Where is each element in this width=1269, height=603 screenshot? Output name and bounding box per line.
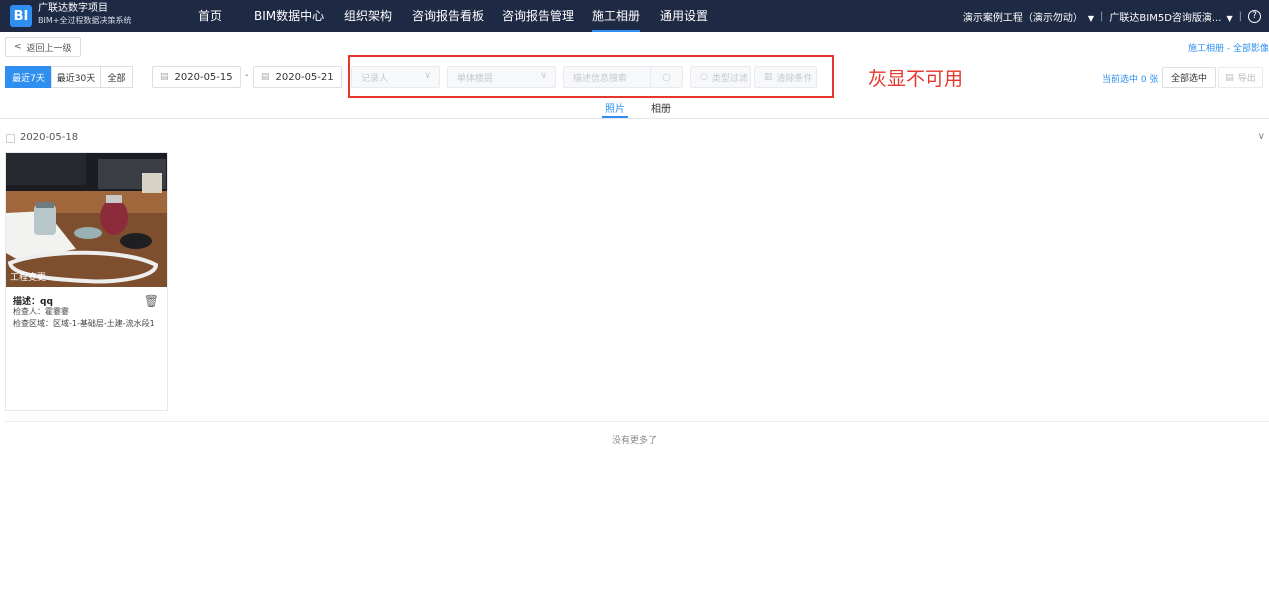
range-segment: 最近7天 最近30天 全部	[5, 66, 133, 88]
end-date-value: 2020-05-21	[275, 71, 334, 83]
range-30days-button[interactable]: 最近30天	[51, 66, 101, 88]
photo-card[interactable]: 工程变更 描述：qq 🗑 检查人：霍霎霎 检查区域：区域-1-基础层-土建-流水…	[5, 152, 168, 411]
group-checkbox[interactable]	[6, 134, 15, 143]
divider: |	[1238, 10, 1242, 22]
breadcrumb: 施工相册 - 全部影像	[1188, 44, 1269, 54]
desc-label: 描述：	[13, 297, 41, 307]
export-label: 导出	[1237, 74, 1256, 84]
tab-albums[interactable]: 相册	[651, 100, 671, 115]
org-name: 广联达BIM5D咨询版演...	[1109, 12, 1222, 24]
desc-value: qq	[40, 297, 53, 307]
photo-image	[6, 153, 167, 287]
nav-item-settings[interactable]: 通用设置	[660, 0, 720, 32]
annotation-box	[348, 55, 834, 98]
top-navbar: BI 广联达数字项目 BIM+全过程数据决策系统 首页 BIM数据中心 组织架构…	[0, 0, 1269, 32]
nav-item-report-manage[interactable]: 咨询报告管理	[502, 0, 592, 32]
photo-area: 检查区域：区域-1-基础层-土建-流水段1	[13, 319, 155, 328]
brand-subtitle: BIM+全过程数据决策系统	[38, 16, 132, 25]
nav-item-bim-data[interactable]: BIM数据中心	[254, 0, 344, 32]
end-date-input[interactable]: ▤ 2020-05-21	[253, 66, 342, 88]
nav-item-report-board[interactable]: 咨询报告看板	[412, 0, 502, 32]
group-date: 2020-05-18	[20, 132, 79, 143]
date-separator: -	[245, 70, 249, 81]
nav-item-album[interactable]: 施工相册	[592, 0, 640, 32]
start-date-input[interactable]: ▤ 2020-05-15	[152, 66, 241, 88]
project-select[interactable]: 演示案例工程（演示勿动） ▼	[963, 9, 1094, 24]
range-7days-button[interactable]: 最近7天	[5, 66, 52, 88]
help-icon[interactable]: ?	[1248, 9, 1261, 23]
trash-icon[interactable]: 🗑	[144, 294, 159, 308]
start-date-value: 2020-05-15	[174, 71, 233, 83]
divider	[5, 421, 1269, 422]
brand: 广联达数字项目 BIM+全过程数据决策系统	[38, 3, 131, 27]
selected-count: 当前选中 0 张	[1102, 75, 1159, 85]
main-nav: 首页 BIM数据中心 组织架构 咨询报告看板 咨询报告管理 施工相册 通用设置	[190, 0, 720, 32]
nav-item-home[interactable]: 首页	[198, 0, 254, 32]
chevron-down-icon: ▼	[1087, 13, 1095, 23]
org-select[interactable]: 广联达BIM5D咨询版演... ▼	[1109, 9, 1232, 24]
no-more-text: 没有更多了	[611, 436, 657, 446]
project-name: 演示案例工程（演示勿动）	[962, 12, 1083, 24]
back-button[interactable]: < 返回上一级	[5, 37, 81, 57]
back-label: 返回上一级	[26, 43, 72, 54]
calendar-icon: ▤	[160, 72, 169, 82]
calendar-icon: ▤	[261, 72, 270, 82]
divider: |	[1100, 10, 1104, 22]
top-right-area: 演示案例工程（演示勿动） ▼ | 广联达BIM5D咨询版演... ▼ | ?	[963, 0, 1261, 32]
nav-item-organization[interactable]: 组织架构	[344, 0, 412, 32]
photo-inspector: 检查人：霍霎霎	[13, 307, 69, 316]
chevron-left-icon: <	[14, 42, 22, 52]
photo-thumbnail[interactable]: 工程变更	[6, 153, 167, 287]
photo-type-tag: 工程变更	[10, 273, 47, 283]
tab-photos[interactable]: 照片	[602, 100, 628, 118]
range-all-button[interactable]: 全部	[100, 66, 133, 88]
export-button: ▤ 导出	[1218, 67, 1263, 88]
view-tabs: 照片 相册	[0, 93, 1269, 119]
document-icon: ▤	[1225, 72, 1234, 83]
photo-description: 描述：qq	[13, 294, 53, 307]
app-logo[interactable]: BI	[10, 5, 32, 27]
select-all-button[interactable]: 全部选中	[1162, 67, 1216, 88]
chevron-down-icon: ▼	[1226, 13, 1233, 23]
brand-title: 广联达数字项目	[38, 3, 108, 14]
chevron-down-icon[interactable]: ∨	[1258, 131, 1265, 142]
annotation-text: 灰显不可用	[868, 68, 964, 90]
